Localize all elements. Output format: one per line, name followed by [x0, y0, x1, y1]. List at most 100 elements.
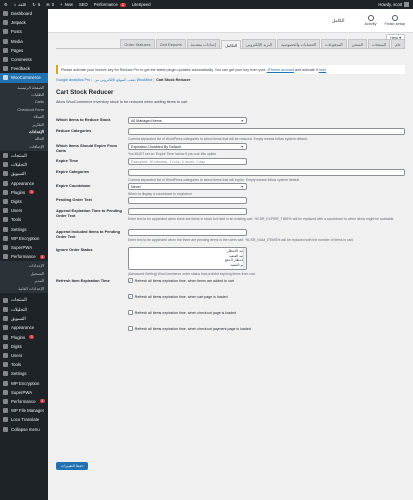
expire-items-select[interactable]: Expiration Disabled By Default ▼	[128, 143, 247, 150]
activity-button[interactable]: Activity	[364, 15, 377, 26]
menu-media[interactable]: Media	[0, 37, 48, 46]
jtheme-account-link[interactable]: JTheme account	[267, 68, 294, 72]
menu-التحليلات[interactable]: التحليلات	[0, 160, 48, 169]
expire-time-input[interactable]: Examples: 10 minutes, 1 hour, 6 hours, 1…	[128, 158, 247, 165]
refresh-checkbox[interactable]	[128, 310, 133, 315]
finish-setup-button[interactable]: Finish setup	[385, 15, 405, 26]
submenu-item[interactable]: الحالة	[0, 135, 48, 142]
submenu-item[interactable]: الإعدادات	[0, 128, 48, 135]
menu-icon	[3, 11, 8, 17]
tab-8[interactable]: Cart Reports	[155, 39, 186, 48]
reduce-categories-input[interactable]	[128, 128, 405, 135]
menu2-wp-file-manager[interactable]: WP File Manager	[0, 406, 48, 415]
listbox-option[interactable]: تم التنفيذ	[129, 263, 244, 268]
submenu-item[interactable]: الإعدادات العامة	[0, 284, 48, 291]
menu-plugins[interactable]: Plugins 3	[0, 188, 48, 197]
menu-woocommerce[interactable]: WooCommerce	[0, 73, 48, 83]
submenu-item[interactable]: الصفحة الرئيسية	[0, 84, 48, 91]
menu-icon	[3, 371, 8, 377]
refresh-checkbox[interactable]: ✓	[128, 278, 133, 283]
tab-2[interactable]: الشحن	[347, 39, 367, 48]
menu-label: التسويق	[11, 170, 26, 176]
updates-icon: ↻	[32, 2, 36, 7]
menu2-loco-translate[interactable]: Loco Translate	[0, 415, 48, 424]
append-included-input[interactable]	[128, 229, 247, 236]
menu-posts[interactable]: Posts	[0, 27, 48, 36]
menu2-التحليلات[interactable]: التحليلات	[0, 305, 48, 314]
ignore-status-listbox[interactable]: قيد الانتظار قيد التنفيذ بانتظار الدفع تم ا…	[128, 247, 247, 270]
tab-3[interactable]: المدفوعات	[321, 39, 347, 48]
menu2-wp-encryption[interactable]: WP Encryption	[0, 379, 48, 388]
menu-label: التحليلات	[11, 161, 27, 167]
expire-countdown-desc: When to display a countdown to expiratio…	[128, 191, 192, 196]
menu-pages[interactable]: Pages	[0, 46, 48, 55]
reduce-categories-label: Reduce Categories	[56, 128, 92, 133]
menu2-collapse-menu[interactable]: Collapse menu	[0, 424, 48, 433]
refresh-checkbox[interactable]: ✓	[128, 294, 133, 299]
menu-comments[interactable]: Comments	[0, 55, 48, 64]
menu-wp-encryption[interactable]: WP Encryption	[0, 234, 48, 243]
menu2-المنتجات[interactable]: المنتجات	[0, 296, 48, 305]
menu-superpwa[interactable]: SuperPWA	[0, 243, 48, 252]
seo-link[interactable]: SEO	[79, 2, 88, 7]
menu2-plugins[interactable]: Plugins 3	[0, 333, 48, 342]
menu-dashboard[interactable]: Dashboard	[0, 9, 48, 18]
menu2-التسويق[interactable]: التسويق	[0, 314, 48, 323]
my-account-link[interactable]: Howdy, scott	[378, 2, 409, 7]
menu-appearance[interactable]: Appearance	[0, 179, 48, 188]
tab-6[interactable]: التكامل	[221, 40, 241, 49]
menu-performance[interactable]: Performance 3	[0, 252, 48, 261]
menu2-superpwa[interactable]: SuperPWA	[0, 388, 48, 397]
expire-countdown-select[interactable]: Never ▼	[128, 183, 247, 190]
submenu-item[interactable]: التسجيل	[0, 270, 48, 277]
refresh-checkbox[interactable]	[128, 326, 133, 331]
submenu-item[interactable]: المدير	[0, 277, 48, 284]
site-name-link[interactable]: ⌂ اللغة	[14, 2, 27, 7]
menu-settings[interactable]: Settings	[0, 225, 48, 234]
litespeed-link[interactable]: LiteSpeed	[132, 2, 151, 7]
save-changes-button[interactable]: حفظ التغييرات	[56, 462, 89, 470]
menu-jetpack[interactable]: Jetpack	[0, 18, 48, 27]
menu2-tools[interactable]: Tools	[0, 360, 48, 369]
menu-label: Tools	[11, 362, 22, 368]
updates-link[interactable]: ↻ 6	[32, 2, 40, 7]
menu-label: Settings	[11, 371, 27, 377]
wp-logo-icon[interactable]: ⚙	[4, 2, 8, 7]
append-expiration-input[interactable]	[128, 208, 247, 215]
which-items-select[interactable]: All Managed Items ▼	[128, 117, 247, 124]
tab-7[interactable]: إعدادات متقدمة	[186, 39, 221, 48]
menu-icon	[3, 208, 8, 214]
submenu-item[interactable]: Checkout Form	[0, 106, 48, 113]
menu-digits[interactable]: Digits	[0, 197, 48, 206]
tab-0[interactable]: عام	[391, 39, 405, 48]
menu-tools[interactable]: Tools	[0, 215, 48, 224]
submenu-item[interactable]: الإضافات	[0, 143, 48, 150]
expire-categories-input[interactable]	[128, 169, 405, 176]
subnav-woomind[interactable]: تعقب الموقع الإلكتروني من WooMind	[94, 78, 152, 82]
tab-9[interactable]: Order Statuses	[120, 39, 155, 48]
menu-users[interactable]: Users	[0, 206, 48, 215]
submenu-item[interactable]: الإعدادات	[0, 262, 48, 269]
performance-link[interactable]: Performance 3	[94, 2, 126, 7]
tab-4[interactable]: الحسابات والخصوصية	[276, 39, 321, 48]
comments-link[interactable]: ✉ 0	[46, 2, 54, 7]
menu2-users[interactable]: Users	[0, 351, 48, 360]
menu2-settings[interactable]: Settings	[0, 369, 48, 378]
new-content-link[interactable]: + New	[60, 2, 73, 7]
submenu-item[interactable]: الطلبات	[0, 91, 48, 98]
listbox-scrollbar[interactable]	[243, 248, 246, 269]
activate-here-link[interactable]: here	[319, 68, 326, 72]
pending-order-input[interactable]	[128, 197, 247, 204]
tab-1[interactable]: المنتجات	[367, 39, 391, 48]
tab-5[interactable]: البريد الإلكتروني	[242, 39, 276, 48]
menu2-appearance[interactable]: Appearance	[0, 323, 48, 332]
submenu-item[interactable]: العملاء	[0, 113, 48, 120]
menu2-digits[interactable]: Digits	[0, 342, 48, 351]
subnav-google-analytics[interactable]: Google Analytics Pro	[56, 78, 90, 82]
submenu-item[interactable]: Carts	[0, 98, 48, 105]
menu-التسويق[interactable]: التسويق	[0, 169, 48, 178]
menu-المنتجات[interactable]: المنتجات	[0, 151, 48, 160]
submenu-item[interactable]: التقارير	[0, 120, 48, 127]
menu-feedback[interactable]: Feedback	[0, 64, 48, 73]
menu2-performance[interactable]: Performance 3	[0, 397, 48, 406]
